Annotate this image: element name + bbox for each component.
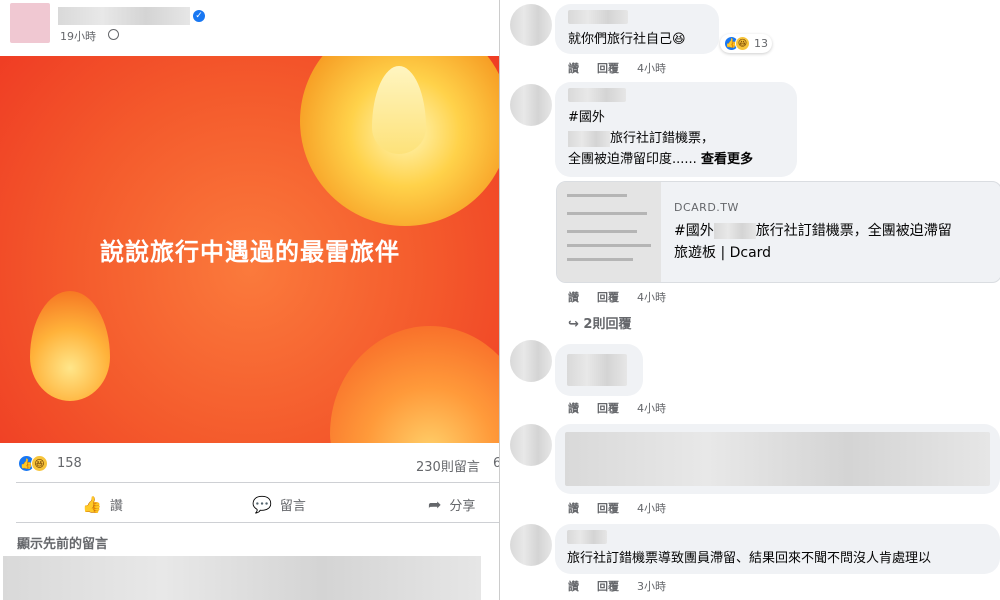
comment-time[interactable]: 4小時: [637, 500, 666, 516]
comment-actions: 讚 回覆 4小時: [568, 400, 666, 416]
share-button[interactable]: ➦ 分享: [428, 490, 475, 518]
comment-text-body: 全團被迫滯留印度......: [568, 152, 697, 167]
comment-label: 留言: [279, 498, 306, 514]
thumbnail-line: [567, 244, 651, 247]
comment-reply-link[interactable]: 回覆: [597, 60, 619, 76]
comment-time[interactable]: 4小時: [637, 60, 666, 76]
comment-time[interactable]: 4小時: [637, 400, 666, 416]
comment-reply-link[interactable]: 回覆: [597, 289, 619, 305]
thumbnail-line: [567, 194, 627, 197]
comment-text-body: 旅行社訂錯機票，: [610, 131, 715, 146]
comment-reply-link[interactable]: 回覆: [597, 500, 619, 516]
comment-text-line: 全團被迫滯留印度...... 查看更多: [568, 149, 753, 170]
comment-hashtag[interactable]: #國外: [568, 107, 605, 128]
like-label: 讚: [109, 498, 123, 514]
blurred-comment: [3, 556, 481, 600]
commenter-avatar[interactable]: [510, 340, 552, 382]
comment-like-link[interactable]: 讚: [568, 500, 579, 516]
globe-icon: [108, 29, 119, 40]
share-arrow-icon: ➦: [428, 494, 442, 514]
comment-bubble: [555, 424, 1000, 494]
reaction-count[interactable]: 158: [57, 456, 82, 471]
comment-text: 就你們旅行社自己😆: [568, 29, 686, 50]
banner-title: 說說旅行中遇過的最雷旅伴: [100, 238, 400, 266]
link-title-tag: #國外: [674, 223, 714, 239]
thumbnail-line: [567, 230, 637, 233]
thumbnail-line: [567, 212, 647, 215]
comment-text: 旅行社訂錯機票導致團員滯留、結果回來不聞不問沒人肯處理以: [567, 551, 932, 566]
blurred-word: [713, 223, 756, 239]
comment-bubble-icon: 💬: [252, 494, 272, 514]
commenter-name-blurred[interactable]: [568, 10, 628, 24]
blurred-comment-content: [567, 354, 627, 386]
haha-reaction-icon: 😆: [735, 36, 750, 51]
facebook-post: ✓ 19小時 說說旅行中遇過的最雷旅伴 👍 😆 158 230則留言 6 👍 讚…: [0, 0, 500, 600]
comment-like-link[interactable]: 讚: [568, 289, 579, 305]
comment-reply-link[interactable]: 回覆: [597, 400, 619, 416]
comment-like-link[interactable]: 讚: [568, 578, 579, 594]
link-preview-card[interactable]: DCARD.TW #國外 旅行社訂錯機票，全團被迫滯留 旅遊板 | Dcard: [556, 181, 1000, 283]
commenter-avatar[interactable]: [510, 84, 552, 126]
show-previous-comments-link[interactable]: 顯示先前的留言: [17, 533, 108, 552]
comment-text-body: 就你們旅行社自己: [568, 32, 673, 47]
commenter-avatar[interactable]: [510, 424, 552, 466]
comment-actions: 讚 回覆 4小時: [568, 289, 666, 305]
divider: [16, 522, 499, 523]
comment-time[interactable]: 3小時: [637, 578, 666, 594]
haha-reaction-icon: 😆: [31, 455, 48, 472]
post-timestamp[interactable]: 19小時: [60, 28, 96, 44]
comment-bubble: [555, 344, 643, 396]
page-avatar[interactable]: [10, 3, 50, 43]
comment-reply-link[interactable]: 回覆: [597, 578, 619, 594]
comment-actions: 讚 回覆 4小時: [568, 60, 666, 76]
laughing-emoji: 😆: [672, 32, 686, 47]
share-count[interactable]: 6: [493, 456, 499, 471]
see-more-link[interactable]: 查看更多: [701, 152, 753, 167]
commenter-avatar[interactable]: [510, 524, 552, 566]
comment-button[interactable]: 💬 留言: [252, 490, 306, 518]
thumbnail-line: [567, 258, 633, 261]
thumbs-up-icon: 👍: [82, 494, 102, 514]
link-title-board: 旅遊板 | Dcard: [674, 245, 772, 261]
view-replies-link[interactable]: ↪ 2則回覆: [568, 313, 631, 332]
link-domain: DCARD.TW: [674, 201, 739, 214]
flame-icon: [30, 291, 110, 401]
comment-bubble: 就你們旅行社自己😆: [555, 4, 719, 54]
blurred-comment-content: [565, 432, 990, 486]
link-title-text: 旅行社訂錯機票，全團被迫滯留: [755, 223, 952, 239]
comment-time[interactable]: 4小時: [637, 289, 666, 305]
commenter-name-blurred[interactable]: [568, 88, 626, 102]
divider: [16, 482, 499, 483]
post-banner-image: 說說旅行中遇過的最雷旅伴: [0, 56, 499, 443]
reaction-icons[interactable]: 👍 😆: [18, 455, 48, 472]
commenter-name-blurred[interactable]: [567, 530, 607, 544]
link-thumbnail: [557, 182, 661, 282]
comments-panel: 就你們旅行社自己😆 👍 😆 13 讚 回覆 4小時 #國外 旅行社訂錯機票， 全…: [502, 0, 1000, 600]
comment-actions: 讚 回覆 3小時: [568, 578, 666, 594]
share-label: 分享: [449, 498, 476, 514]
commenter-avatar[interactable]: [510, 4, 552, 46]
page-name-blurred[interactable]: [58, 7, 190, 25]
comment-count[interactable]: 230則留言: [416, 456, 480, 475]
comment-actions: 讚 回覆 4小時: [568, 500, 666, 516]
comment-reaction-count: 13: [754, 37, 768, 50]
link-title: #國外 旅行社訂錯機票，全團被迫滯留 旅遊板 | Dcard: [674, 220, 1000, 264]
comment-like-link[interactable]: 讚: [568, 60, 579, 76]
comment-reactions[interactable]: 👍 😆 13: [720, 34, 772, 53]
like-button[interactable]: 👍 讚: [82, 490, 123, 518]
comment-like-link[interactable]: 讚: [568, 400, 579, 416]
blurred-word: [568, 130, 610, 147]
flame-icon: [330, 326, 499, 443]
comment-bubble: #國外 旅行社訂錯機票， 全團被迫滯留印度...... 查看更多: [555, 82, 797, 177]
comment-text-line: 旅行社訂錯機票，: [568, 128, 714, 149]
comment-bubble: 旅行社訂錯機票導致團員滯留、結果回來不聞不問沒人肯處理以: [555, 524, 1000, 574]
verified-badge-icon: ✓: [193, 10, 205, 22]
